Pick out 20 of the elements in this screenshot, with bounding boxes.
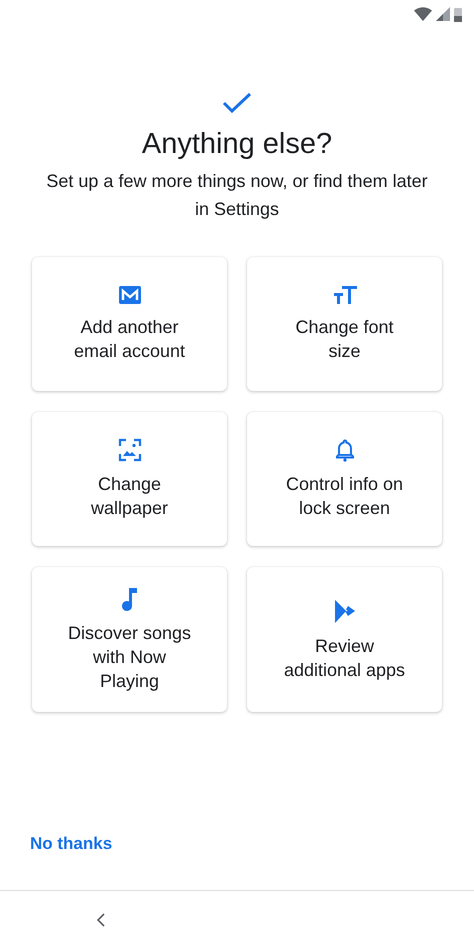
music-note-icon <box>120 586 138 610</box>
subtitle: Set up a few more things now, or find them later in Settings <box>45 170 429 221</box>
bell-icon <box>334 438 354 462</box>
option-card[interactable]: Change font size <box>247 257 442 391</box>
option-card[interactable]: Control info on lock screen <box>247 412 442 546</box>
mail-icon <box>118 285 142 305</box>
image-icon <box>118 438 142 462</box>
wifi-icon <box>414 7 432 21</box>
play-icon <box>332 598 356 624</box>
option-card[interactable]: Add another email account <box>32 257 227 391</box>
page-title: Anything else? <box>140 128 334 161</box>
no-thanks-button[interactable]: No thanks <box>18 830 124 858</box>
option-card[interactable]: Review additional apps <box>247 567 442 712</box>
signal-icon <box>436 7 450 21</box>
option-card[interactable]: Change wallpaper <box>32 412 227 546</box>
option-card[interactable]: Discover songs with Now Playing <box>32 567 227 712</box>
battery-icon <box>454 6 462 22</box>
back-icon[interactable] <box>96 912 106 926</box>
text-size-icon <box>332 285 356 305</box>
checkmark-icon <box>222 92 252 114</box>
